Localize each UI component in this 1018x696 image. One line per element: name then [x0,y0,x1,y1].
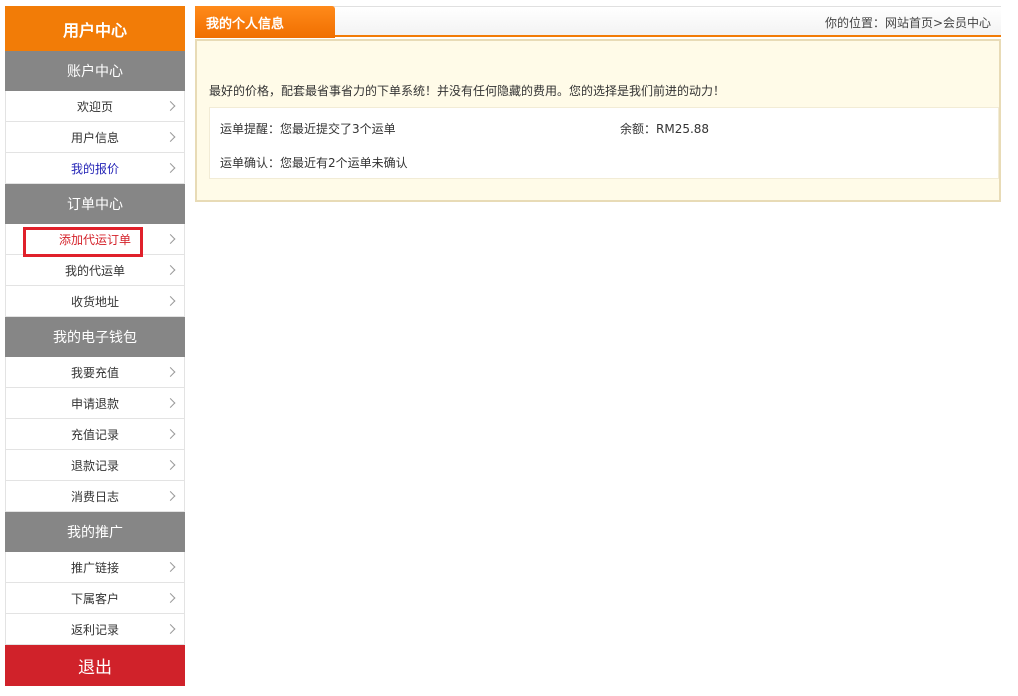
chevron-right-icon [165,624,176,634]
welcome-text: 最好的价格，配套最省事省力的下单系统！并没有任何隐藏的费用。您的选择是我们前进的… [209,84,726,98]
group-header-wallet: 我的电子钱包 [5,317,185,357]
sidebar-item-sub-customers[interactable]: 下属客户 [5,583,185,614]
sidebar-item-refund-request[interactable]: 申请退款 [5,388,185,419]
group-header-account: 账户中心 [5,51,185,91]
group-header-orders: 订单中心 [5,184,185,224]
sidebar-item-label: 欢迎页 [76,99,113,114]
orders-submitted-text: 运单提醒：您最近提交了3个运单 [220,122,396,136]
chevron-right-icon [165,429,176,439]
sidebar-item-welcome[interactable]: 欢迎页 [5,91,185,122]
sidebar-item-label: 收货地址 [70,294,119,309]
sidebar-item-address[interactable]: 收货地址 [5,286,185,317]
breadcrumb: 你的位置：网站首页>会员中心 [824,16,991,30]
group-header-promotion: 我的推广 [5,512,185,552]
sidebar-title: 用户中心 [5,6,185,51]
orders-unconfirmed-text: 运单确认：您最近有2个运单未确认 [220,156,408,170]
chevron-right-icon [165,562,176,572]
sidebar-item-label: 我的代运单 [64,263,125,278]
sidebar-item-label: 用户信息 [70,130,119,145]
sidebar-item-label: 退款记录 [70,458,119,473]
sidebar-item-label: 消费日志 [70,489,119,504]
balance-text: 余额：RM25.88 [620,122,710,136]
main-panel: 我的个人信息 你的位置：网站首页>会员中心 最好的价格，配套最省事省力的下单系统… [195,6,1001,202]
sidebar-item-label: 充值记录 [70,427,119,442]
sidebar-item-recharge-records[interactable]: 充值记录 [5,419,185,450]
chevron-right-icon [165,398,176,408]
sidebar-item-my-quote[interactable]: 我的报价 [5,153,185,184]
sidebar-item-my-orders[interactable]: 我的代运单 [5,255,185,286]
sidebar-item-spending-log[interactable]: 消费日志 [5,481,185,512]
chevron-right-icon [165,491,176,501]
tab-my-info[interactable]: 我的个人信息 [195,6,335,38]
panel-header: 我的个人信息 你的位置：网站首页>会员中心 [195,6,1001,38]
chevron-right-icon [165,265,176,275]
sidebar-item-add-order[interactable]: 添加代运订单 [5,224,185,255]
sidebar: 用户中心 账户中心 欢迎页 用户信息 我的报价 订单中心 添加代运订单 我的代运… [5,6,185,690]
chevron-right-icon [165,163,176,173]
sidebar-item-label: 下属客户 [70,591,119,606]
sidebar-item-recharge[interactable]: 我要充值 [5,357,185,388]
info-box: 最好的价格，配套最省事省力的下单系统！并没有任何隐藏的费用。您的选择是我们前进的… [195,39,1001,202]
sidebar-item-rebate-records[interactable]: 返利记录 [5,614,185,645]
sidebar-item-label: 返利记录 [70,622,119,637]
sidebar-item-label: 推广链接 [70,560,119,575]
sidebar-item-refund-records[interactable]: 退款记录 [5,450,185,481]
sidebar-item-label: 添加代运订单 [58,232,131,247]
sidebar-item-promo-link[interactable]: 推广链接 [5,552,185,583]
chevron-right-icon [165,296,176,306]
chevron-right-icon [165,460,176,470]
sidebar-item-label: 申请退款 [70,396,119,411]
chevron-right-icon [165,593,176,603]
chevron-right-icon [165,101,176,111]
stats-panel: 运单提醒：您最近提交了3个运单 余额：RM25.88 运单确认：您最近有2个运单… [209,107,999,179]
logout-button[interactable]: 退出 [5,645,185,686]
sidebar-item-label: 我的报价 [70,161,119,176]
chevron-right-icon [165,367,176,377]
chevron-right-icon [165,234,176,244]
sidebar-item-user-info[interactable]: 用户信息 [5,122,185,153]
sidebar-item-label: 我要充值 [70,365,119,380]
chevron-right-icon [165,132,176,142]
